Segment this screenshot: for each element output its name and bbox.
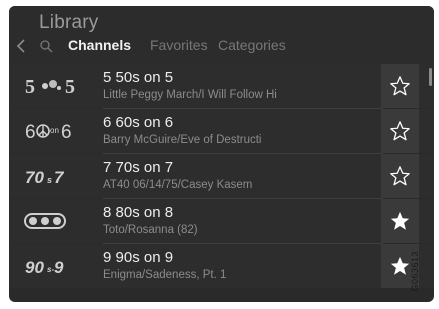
now-playing: Little Peggy March/I Will Follow Hi	[103, 89, 277, 101]
star-outline-icon	[390, 166, 410, 186]
now-playing: Enigma/Sadeness, Pt. 1	[103, 269, 227, 281]
star-filled-icon	[390, 256, 410, 275]
search-icon[interactable]	[39, 39, 53, 53]
svg-text:5: 5	[65, 76, 75, 98]
svg-text:90: 90	[25, 258, 44, 277]
tab-channels[interactable]: Channels	[68, 37, 131, 53]
star-outline-icon	[390, 121, 410, 141]
star-filled-icon	[390, 211, 410, 230]
channel-name: 9 90s on 9	[103, 249, 174, 266]
channel-row[interactable]: 8 80s on 8 Toto/Rosanna (82)	[9, 199, 434, 243]
channel-row[interactable]: 90 s- 9 9 90s on 9 Enigma/Sadeness, Pt. …	[9, 244, 434, 288]
library-screen: Library Channels Favorites Categories 5 …	[9, 6, 434, 302]
channel-row[interactable]: 5 5 5 50s on 5 Little Peggy March/I Will…	[9, 64, 434, 108]
svg-text:9: 9	[54, 258, 64, 277]
svg-text:s: s	[47, 175, 52, 185]
channel-name: 7 70s on 7	[103, 159, 174, 176]
channel-logo: 90 s- 9	[25, 258, 64, 277]
channel-logo: 70 s 7	[25, 168, 65, 187]
page-title: Library	[39, 12, 99, 33]
favorite-toggle[interactable]	[381, 154, 419, 198]
svg-text:6: 6	[25, 122, 36, 143]
tab-favorites[interactable]: Favorites	[150, 37, 208, 53]
tab-categories[interactable]: Categories	[218, 37, 286, 53]
now-playing: Toto/Rosanna (82)	[103, 224, 198, 236]
channel-row[interactable]: 70 s 7 7 70s on 7 AT40 06/14/75/Casey Ka…	[9, 154, 434, 198]
now-playing: AT40 06/14/75/Casey Kasem	[103, 179, 253, 191]
svg-text:70: 70	[25, 168, 44, 187]
image-code: G063613	[410, 251, 420, 292]
favorite-toggle[interactable]	[381, 64, 419, 108]
star-outline-icon	[390, 76, 410, 96]
channel-logo: 6 on 6	[25, 122, 72, 143]
channel-logo: 5 5	[25, 76, 75, 98]
favorite-toggle[interactable]	[381, 109, 419, 153]
header: Library Channels Favorites Categories	[9, 6, 434, 64]
svg-text:6: 6	[61, 122, 72, 143]
scrollbar[interactable]	[429, 68, 432, 86]
channel-name: 5 50s on 5	[103, 69, 174, 86]
back-arrow-icon[interactable]	[15, 38, 29, 54]
svg-text:7: 7	[54, 168, 65, 187]
channel-name: 8 80s on 8	[103, 204, 174, 221]
channel-logo	[24, 213, 66, 229]
channel-row[interactable]: 6 on 6 6 60s on 6 Barry McGuire/Eve of D…	[9, 109, 434, 153]
now-playing: Barry McGuire/Eve of Destructi	[103, 134, 262, 146]
svg-text:on: on	[50, 126, 59, 135]
svg-text:5: 5	[25, 76, 35, 98]
channel-name: 6 60s on 6	[103, 114, 174, 131]
favorite-toggle[interactable]	[381, 199, 419, 243]
